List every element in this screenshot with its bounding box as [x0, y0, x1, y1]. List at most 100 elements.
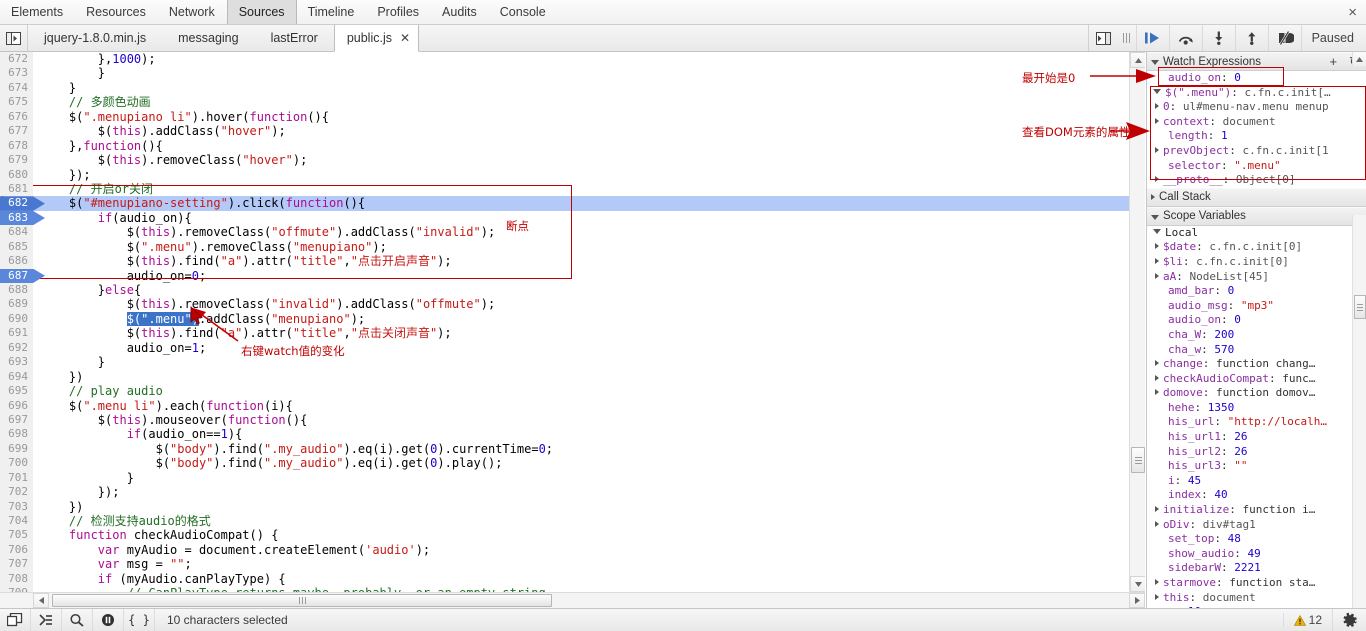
line-number[interactable]: 704 — [0, 514, 33, 529]
selected-code-text[interactable]: $(".menu") — [126, 311, 199, 326]
variable-value[interactable]: "http://localh… — [1228, 415, 1327, 428]
line-number[interactable]: 705 — [0, 528, 33, 543]
scope-variable-row[interactable]: cha_w: 570 — [1147, 343, 1366, 358]
code-line[interactable]: 690 $(".menu").addClass("menupiano"); — [0, 311, 1129, 327]
line-number[interactable]: 699 — [0, 441, 33, 457]
close-window-button[interactable]: × — [1339, 0, 1366, 24]
scroll-down-arrow-icon[interactable] — [1130, 576, 1145, 592]
code-line[interactable]: 699 $("body").find(".my_audio").eq(i).ge… — [0, 441, 1129, 457]
variable-value[interactable]: function i… — [1242, 503, 1315, 516]
line-number[interactable]: 691 — [0, 326, 33, 341]
variable-value[interactable]: c.fn.c.init[0] — [1196, 255, 1289, 268]
line-number[interactable]: 678 — [0, 138, 33, 154]
toggle-navigator-sidebar-button[interactable] — [0, 25, 28, 51]
editor-vertical-scrollbar-thumb[interactable] — [1131, 447, 1145, 473]
sidebar-scrollbar[interactable] — [1352, 215, 1366, 631]
line-number[interactable]: 693 — [0, 355, 33, 370]
variable-value[interactable]: 40 — [1214, 488, 1227, 501]
scope-variable-row[interactable]: audio_on: 0 — [1147, 313, 1366, 328]
scope-variable-row[interactable]: domove: function domov… — [1147, 386, 1366, 401]
variable-value[interactable]: Object[0] — [1236, 173, 1296, 186]
editor-vertical-scrollbar[interactable] — [1129, 52, 1145, 592]
chevron-right-icon[interactable] — [1155, 117, 1159, 124]
line-number[interactable]: 686 — [0, 254, 33, 269]
variable-value[interactable]: "mp3" — [1241, 299, 1274, 312]
source-code-editor[interactable]: 672 },1000); 673 } 674 } 675 // 多颜色动画 676 $(… — [0, 52, 1145, 608]
variable-value[interactable]: ".menu" — [1234, 159, 1280, 172]
toggle-split-view-button[interactable] — [1087, 25, 1118, 51]
variable-value[interactable]: "" — [1234, 459, 1247, 472]
search-icon[interactable] — [62, 609, 93, 631]
scope-variable-row[interactable]: his_url2: 26 — [1147, 445, 1366, 460]
watch-expression-row[interactable]: 0: ul#menu-nav.menu menup — [1147, 100, 1366, 115]
scope-variable-row[interactable]: hehe: 1350 — [1147, 401, 1366, 416]
code-line[interactable]: 687 audio_on=0; — [0, 268, 1129, 283]
scope-variable-row[interactable]: index: 40 — [1147, 488, 1366, 503]
code-line[interactable]: 677 $(this).addClass("hover"); — [0, 124, 1129, 139]
code-line[interactable]: 674 } — [0, 80, 1129, 96]
file-tab-public-js[interactable]: public.js ✕ — [333, 25, 420, 52]
scroll-left-arrow-icon[interactable] — [33, 593, 49, 608]
code-line[interactable]: 684 $(this).removeClass("offmute").addCl… — [0, 225, 1129, 240]
chevron-right-icon[interactable] — [1155, 389, 1159, 396]
line-number[interactable]: 698 — [0, 427, 33, 442]
chevron-right-icon[interactable] — [1155, 506, 1159, 513]
line-number[interactable]: 679 — [0, 153, 33, 168]
step-over-icon[interactable] — [1168, 25, 1202, 51]
toolbar-grip[interactable] — [1118, 25, 1136, 51]
variable-value[interactable]: ul#menu-nav.menu menup — [1183, 100, 1329, 113]
line-number[interactable]: 697 — [0, 412, 33, 428]
file-tab-jquery-1-8-0-min-js[interactable]: jquery-1.8.0.min.js — [28, 25, 162, 51]
variable-value[interactable]: 0 — [1228, 284, 1235, 297]
scope-group-local[interactable]: Local — [1147, 226, 1366, 241]
code-line[interactable]: 691 $(this).find("a").attr("title","点击关闭… — [0, 326, 1129, 341]
line-number[interactable]: 706 — [0, 542, 33, 558]
warning-count-badge[interactable]: 12 — [1282, 613, 1332, 627]
add-watch-expression-button[interactable]: + — [1324, 54, 1344, 69]
line-number[interactable]: 692 — [0, 340, 33, 356]
file-tab-lasterror[interactable]: lastError — [255, 25, 334, 51]
scope-variable-row[interactable]: initialize: function i… — [1147, 503, 1366, 518]
code-line[interactable]: 707 var msg = ""; — [0, 557, 1129, 572]
line-number[interactable]: 674 — [0, 80, 33, 96]
line-number[interactable]: 696 — [0, 398, 33, 413]
variable-value[interactable]: 570 — [1214, 343, 1234, 356]
code-line[interactable]: 696 $(".menu li").each(function(i){ — [0, 398, 1129, 413]
variable-value[interactable]: 2221 — [1234, 561, 1261, 574]
sidebar-scroll-up-arrow-icon[interactable] — [1352, 52, 1366, 66]
scope-variable-row[interactable]: oDiv: div#tag1 — [1147, 518, 1366, 533]
code-line[interactable]: 704 // 检测支持audio的格式 — [0, 514, 1129, 529]
panel-tab-resources[interactable]: Resources — [75, 0, 158, 24]
panel-tab-timeline[interactable]: Timeline — [297, 0, 367, 24]
watch-expression-row[interactable]: length: 1 — [1147, 129, 1366, 144]
code-line[interactable]: 679 $(this).removeClass("hover"); — [0, 153, 1129, 168]
scope-variable-row[interactable]: sidebarW: 2221 — [1147, 561, 1366, 576]
code-line[interactable]: 676 $(".menupiano li").hover(function(){ — [0, 109, 1129, 125]
code-line[interactable]: 675 // 多颜色动画 — [0, 95, 1129, 110]
pretty-print-icon[interactable]: { } — [124, 609, 155, 631]
variable-value[interactable]: 45 — [1188, 474, 1201, 487]
line-number[interactable]: 676 — [0, 109, 33, 125]
line-number[interactable]: 690 — [0, 311, 33, 327]
code-line[interactable]: 698 if(audio_on==1){ — [0, 427, 1129, 442]
file-tab-messaging[interactable]: messaging — [162, 25, 254, 51]
code-line[interactable]: 695 // play audio — [0, 384, 1129, 399]
scope-variable-row[interactable]: i: 45 — [1147, 474, 1366, 489]
line-number[interactable]: 677 — [0, 124, 33, 139]
scroll-right-arrow-icon[interactable] — [1129, 593, 1145, 608]
code-line[interactable]: 703 }) — [0, 499, 1129, 514]
code-line[interactable]: 672 },1000); — [0, 52, 1129, 67]
scope-variable-row[interactable]: set_top: 48 — [1147, 532, 1366, 547]
scope-variable-row[interactable]: aA: NodeList[45] — [1147, 270, 1366, 285]
watch-expression-row[interactable]: prevObject: c.fn.c.init[1 — [1147, 144, 1366, 159]
scope-variable-row[interactable]: this: document — [1147, 591, 1366, 606]
chevron-right-icon[interactable] — [1155, 360, 1159, 367]
scope-variable-row[interactable]: starmove: function sta… — [1147, 576, 1366, 591]
line-number[interactable]: 688 — [0, 283, 33, 298]
chevron-right-icon[interactable] — [1155, 593, 1159, 600]
chevron-right-icon[interactable] — [1155, 374, 1159, 381]
line-number[interactable]: 689 — [0, 297, 33, 312]
step-into-icon[interactable] — [1201, 25, 1235, 51]
line-number[interactable]: 700 — [0, 456, 33, 471]
variable-value[interactable]: function domov… — [1216, 386, 1315, 399]
